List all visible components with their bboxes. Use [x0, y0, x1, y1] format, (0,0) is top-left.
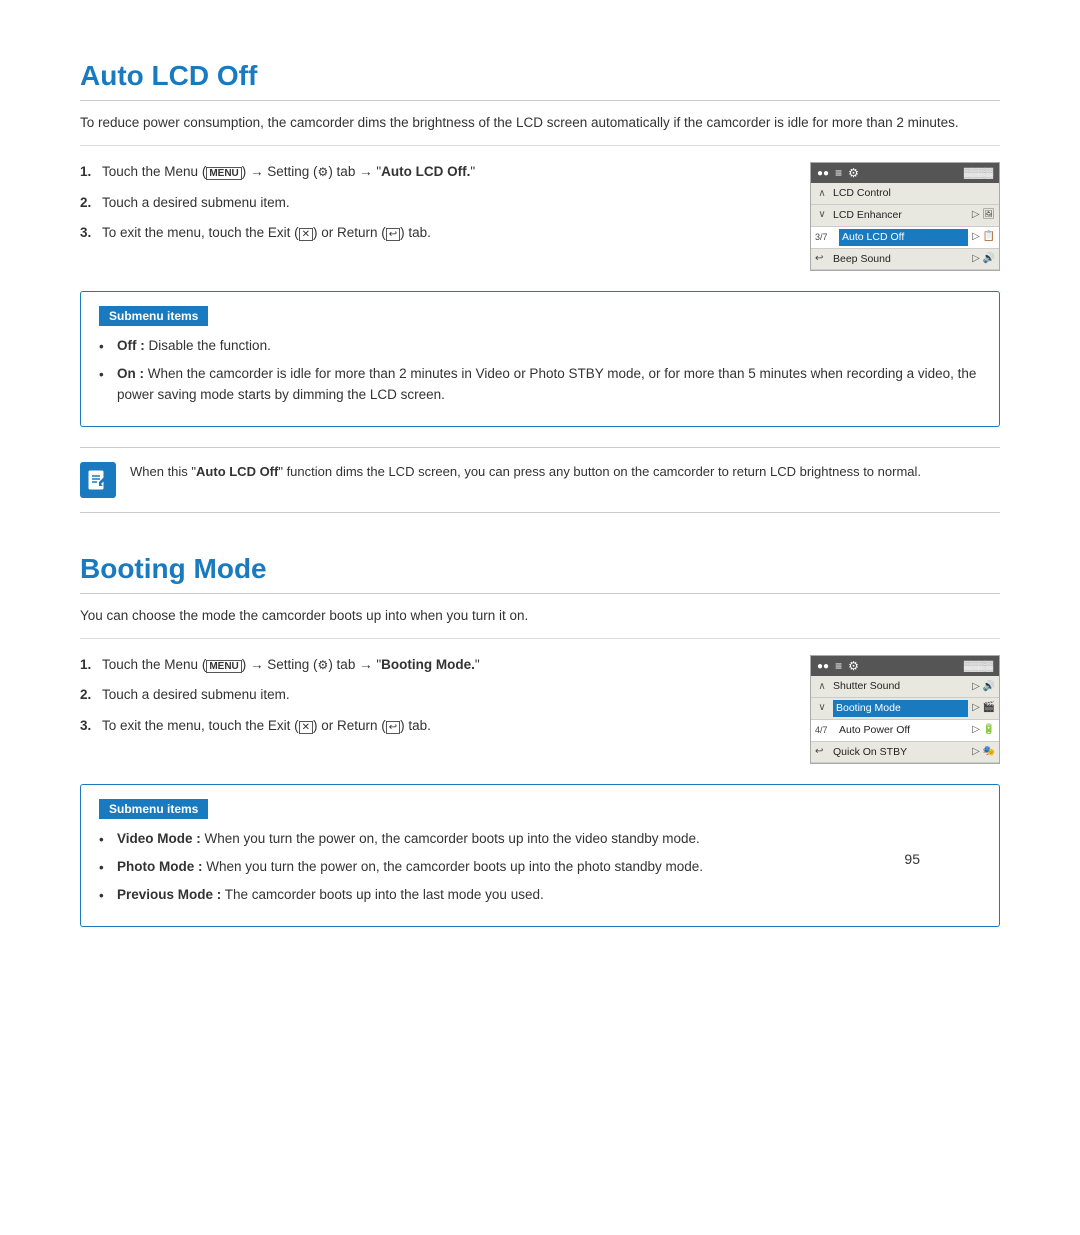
menu1-body: ∧ LCD Control ∨ LCD Enhancer ▷ 🖼 3/7 Aut… — [811, 183, 999, 270]
section2-title: Booting Mode — [80, 553, 1000, 594]
menu1-page-num: 3/7 — [815, 230, 835, 244]
menu1-auto-lcd-label: Auto LCD Off — [839, 229, 968, 246]
section1-submenu-item-off: • Off : Disable the function. — [99, 336, 981, 358]
section2-submenu-item-photo: • Photo Mode : When you turn the power o… — [99, 857, 981, 879]
menu1-record-icon: ●● — [817, 168, 829, 179]
menu2-row-auto-power: 4/7 Auto Power Off ▷ 🔋 — [811, 720, 999, 742]
note-icon — [80, 462, 116, 498]
page-number: 95 — [904, 851, 920, 867]
section1-intro: To reduce power consumption, the camcord… — [80, 113, 1000, 146]
menu1-row-auto-lcd-off: 3/7 Auto LCD Off ▷ 📋 — [811, 227, 999, 249]
menu2-header: ●● ≡ ⚙ ▓▓▓▓ — [811, 656, 999, 676]
menu2-quick-on-label: Quick On STBY — [833, 744, 968, 761]
menu1-lcd-control-label: LCD Control — [833, 185, 995, 202]
menu1-lcd-enhancer-label: LCD Enhancer — [833, 207, 968, 224]
step2-num: 2. — [80, 193, 102, 213]
section2-prev-content: Previous Mode : The camcorder boots up i… — [117, 885, 544, 907]
menu1-row-lcd-enhancer: ∨ LCD Enhancer ▷ 🖼 — [811, 205, 999, 227]
menu2-row-shutter: ∧ Shutter Sound ▷ 🔊 — [811, 676, 999, 698]
s2-step2-num: 2. — [80, 685, 102, 705]
menu2-row-booting-mode: ∨ Booting Mode ▷ 🎬 — [811, 698, 999, 720]
section2-intro: You can choose the mode the camcorder bo… — [80, 606, 1000, 639]
section2-submenu-box: Submenu items • Video Mode : When you tu… — [80, 784, 1000, 927]
section1-note-box: When this "Auto LCD Off" function dims t… — [80, 447, 1000, 513]
s2-bullet1: • — [99, 829, 111, 851]
s2-step2-text: Touch a desired submenu item. — [102, 685, 290, 705]
menu1-battery-icon: ▓▓▓▓ — [964, 168, 993, 179]
menu2-shutter-label: Shutter Sound — [833, 678, 968, 695]
section2-video-content: Video Mode : When you turn the power on,… — [117, 829, 700, 851]
menu2-back-arrow: ↩ — [815, 744, 829, 760]
menu2-body: ∧ Shutter Sound ▷ 🔊 ∨ Booting Mode ▷ 🎬 4… — [811, 676, 999, 763]
section1-on-content: On : When the camcorder is idle for more… — [117, 364, 981, 406]
menu1-header: ●● ≡ ⚙ ▓▓▓▓ — [811, 163, 999, 183]
section-auto-lcd-off: Auto LCD Off To reduce power consumption… — [80, 60, 1000, 513]
s2-bullet3: • — [99, 885, 111, 907]
section2-submenu-item-video: • Video Mode : When you turn the power o… — [99, 829, 981, 851]
menu1-back-arrow: ↩ — [815, 251, 829, 267]
section1-step1: 1. Touch the Menu (MENU) → Setting (⚙) t… — [80, 162, 780, 182]
menu1-beep-sound-label: Beep Sound — [833, 251, 968, 268]
menu2-page-num: 4/7 — [815, 723, 835, 737]
menu2-booting-label: Booting Mode — [833, 700, 968, 717]
s2-step3-num: 3. — [80, 716, 102, 736]
s2-bullet2: • — [99, 857, 111, 879]
menu1-beep-icon: ▷ 🔊 — [972, 251, 995, 267]
menu2-auto-power-icon: ▷ 🔋 — [972, 722, 995, 738]
menu2-record-icon: ●● — [817, 661, 829, 672]
menu1-lcd-enhancer-icon: ▷ 🖼 — [972, 207, 995, 223]
section2-submenu-item-prev: • Previous Mode : The camcorder boots up… — [99, 885, 981, 907]
section1-menu-ui: ●● ≡ ⚙ ▓▓▓▓ ∧ LCD Control ∨ LCD Enhancer — [810, 162, 1000, 271]
section1-title: Auto LCD Off — [80, 60, 1000, 101]
step1-text: Touch the Menu (MENU) → Setting (⚙) tab … — [102, 162, 475, 182]
menu1-down-arrow: ∨ — [815, 207, 829, 223]
section1-off-content: Off : Disable the function. — [117, 336, 271, 358]
menu2-list-icon: ≡ — [835, 659, 842, 673]
step3-text: To exit the menu, touch the Exit (✕) or … — [102, 223, 431, 243]
menu1-list-icon: ≡ — [835, 166, 842, 180]
section1-submenu-item-on: • On : When the camcorder is idle for mo… — [99, 364, 981, 406]
section2-step2: 2. Touch a desired submenu item. — [80, 685, 780, 705]
menu2-up-arrow: ∧ — [815, 679, 829, 695]
menu2-battery-icon: ▓▓▓▓ — [964, 661, 993, 672]
section1-steps-list: 1. Touch the Menu (MENU) → Setting (⚙) t… — [80, 162, 780, 253]
step1-num: 1. — [80, 162, 102, 182]
s2-step1-num: 1. — [80, 655, 102, 675]
section1-steps-area: 1. Touch the Menu (MENU) → Setting (⚙) t… — [80, 162, 1000, 271]
section2-step3: 3. To exit the menu, touch the Exit (✕) … — [80, 716, 780, 736]
section1-submenu-box: Submenu items • Off : Disable the functi… — [80, 291, 1000, 426]
menu2-auto-power-label: Auto Power Off — [839, 722, 968, 739]
menu2-row-quick-on: ↩ Quick On STBY ▷ 🎭 — [811, 742, 999, 764]
menu2-shutter-icon: ▷ 🔊 — [972, 679, 995, 695]
menu2-down-arrow: ∨ — [815, 700, 829, 716]
section1-step2: 2. Touch a desired submenu item. — [80, 193, 780, 213]
section2-step1: 1. Touch the Menu (MENU) → Setting (⚙) t… — [80, 655, 780, 675]
s2-step1-text: Touch the Menu (MENU) → Setting (⚙) tab … — [102, 655, 480, 675]
menu1-auto-lcd-icon: ▷ 📋 — [972, 229, 995, 245]
menu2-booting-icon: ▷ 🎬 — [972, 700, 995, 716]
section-booting-mode: Booting Mode You can choose the mode the… — [80, 553, 1000, 927]
menu1-gear-icon: ⚙ — [848, 166, 859, 180]
section2-menu-ui: ●● ≡ ⚙ ▓▓▓▓ ∧ Shutter Sound ▷ 🔊 ∨ Bo — [810, 655, 1000, 764]
section1-note-text: When this "Auto LCD Off" function dims t… — [130, 462, 921, 482]
s2-step3-text: To exit the menu, touch the Exit (✕) or … — [102, 716, 431, 736]
menu2-quick-on-icon: ▷ 🎭 — [972, 744, 995, 760]
bullet2: • — [99, 364, 111, 406]
section2-submenu-title: Submenu items — [99, 799, 208, 819]
section2-photo-content: Photo Mode : When you turn the power on,… — [117, 857, 703, 879]
section2-steps-area: 1. Touch the Menu (MENU) → Setting (⚙) t… — [80, 655, 1000, 764]
step3-num: 3. — [80, 223, 102, 243]
section1-step3: 3. To exit the menu, touch the Exit (✕) … — [80, 223, 780, 243]
section2-steps-list: 1. Touch the Menu (MENU) → Setting (⚙) t… — [80, 655, 780, 746]
step2-text: Touch a desired submenu item. — [102, 193, 290, 213]
bullet1: • — [99, 336, 111, 358]
section1-submenu-title: Submenu items — [99, 306, 208, 326]
menu1-row-beep-sound: ↩ Beep Sound ▷ 🔊 — [811, 249, 999, 271]
menu1-up-arrow: ∧ — [815, 186, 829, 202]
menu1-row-lcd-control: ∧ LCD Control — [811, 183, 999, 205]
menu2-gear-icon: ⚙ — [848, 659, 859, 673]
